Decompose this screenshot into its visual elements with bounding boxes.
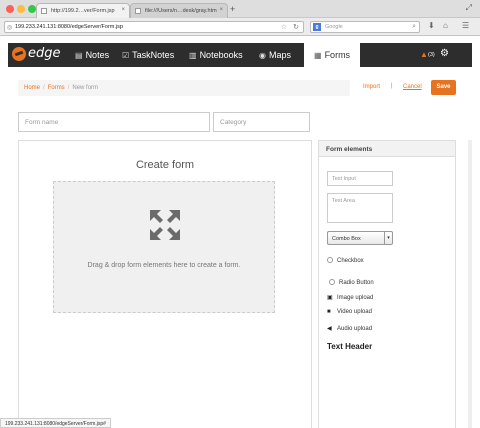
- breadcrumb-forms[interactable]: Forms: [48, 85, 65, 91]
- page-scrollbar[interactable]: [468, 140, 472, 428]
- nav-item-label: Maps: [268, 50, 291, 60]
- combo-box-label: Combo Box: [332, 236, 361, 242]
- maximize-window-button[interactable]: [28, 5, 36, 13]
- google-icon: g: [313, 23, 321, 31]
- alert-count[interactable]: (3): [428, 52, 435, 58]
- new-tab-button[interactable]: +: [230, 4, 235, 14]
- edge-logo-icon[interactable]: [12, 47, 26, 61]
- video-upload-element[interactable]: ■ Video upload: [327, 309, 372, 315]
- combo-box-element[interactable]: Combo Box ▾: [327, 231, 393, 245]
- minimize-window-button[interactable]: [17, 5, 25, 13]
- tasknotes-icon: ☑: [122, 51, 130, 60]
- download-icon[interactable]: ⬇: [428, 21, 435, 30]
- import-link[interactable]: Import: [363, 84, 380, 90]
- cancel-link[interactable]: Cancel: [403, 84, 422, 90]
- checkbox-label: Checkbox: [337, 258, 364, 264]
- radio-label: Radio Button: [339, 280, 374, 286]
- breadcrumb-separator: /: [67, 85, 70, 91]
- address-text: 199.233.241.131:8080/edgeServer/Form.jsp: [15, 24, 123, 30]
- form-name-input[interactable]: Form name: [18, 112, 210, 132]
- save-button[interactable]: Save: [431, 80, 456, 95]
- warning-icon[interactable]: ▲: [420, 50, 428, 59]
- breadcrumb-home[interactable]: Home: [24, 85, 40, 91]
- category-input[interactable]: Category: [213, 112, 310, 132]
- notes-icon: ▤: [75, 51, 83, 60]
- image-icon: ▣: [327, 295, 333, 301]
- drop-hint: Drag & drop form elements here to create…: [87, 262, 241, 269]
- form-canvas-panel: Create form Drag & drop form elements he…: [18, 140, 312, 428]
- image-upload-element[interactable]: ▣ Image upload: [327, 294, 373, 301]
- home-icon[interactable]: ⌂: [443, 21, 448, 30]
- tab-title: file:///Users/n…desk/gray.htm: [145, 8, 217, 14]
- breadcrumb: Home / Forms / New form: [18, 80, 350, 96]
- nav-item-tasknotes[interactable]: ☑ TaskNotes: [122, 50, 174, 60]
- search-icon[interactable]: ⌕: [412, 23, 416, 31]
- nav-item-notebooks[interactable]: ▥ Notebooks: [189, 50, 243, 60]
- close-tab-icon[interactable]: ×: [121, 7, 125, 13]
- video-camera-icon: ■: [327, 309, 331, 315]
- breadcrumb-current: New form: [72, 85, 99, 91]
- checkbox-element[interactable]: Checkbox: [327, 257, 364, 264]
- video-upload-label: Video upload: [337, 309, 372, 315]
- fullscreen-icon[interactable]: ⤢: [466, 3, 472, 13]
- nav-item-label: TaskNotes: [132, 50, 175, 60]
- browser-toolbar: ◎ 199.233.241.131:8080/edgeServer/Form.j…: [0, 18, 480, 36]
- form-drop-zone[interactable]: Drag & drop form elements here to create…: [53, 181, 275, 313]
- radio-button-element[interactable]: Radio Button: [329, 279, 374, 286]
- brand-name[interactable]: edge: [28, 46, 61, 61]
- tab-title: http://199.2…ver/Form.jsp: [51, 8, 115, 14]
- nav-item-forms[interactable]: ▦ Forms: [304, 43, 361, 67]
- search-placeholder: Google: [325, 24, 343, 30]
- image-upload-label: Image upload: [337, 295, 374, 301]
- audio-upload-label: Audio upload: [337, 326, 373, 332]
- text-header-element[interactable]: Text Header: [327, 342, 372, 351]
- move-arrows-icon: [150, 210, 180, 240]
- text-input-element[interactable]: Text Input: [327, 171, 393, 186]
- browser-tab-bar: http://199.2…ver/Form.jsp × file:///User…: [0, 0, 480, 18]
- status-bar-url: 199.233.241.131:8080/edgeServer/Form.jsp…: [0, 418, 111, 428]
- checkbox-icon: [327, 257, 333, 263]
- reload-icon[interactable]: ↻: [293, 23, 299, 31]
- radio-icon: [329, 279, 335, 285]
- form-elements-header: Form elements: [319, 141, 455, 157]
- gear-icon[interactable]: ⚙: [440, 48, 449, 59]
- canvas-title: Create form: [135, 159, 195, 171]
- menu-icon[interactable]: ☰: [462, 21, 469, 30]
- forms-icon: ▦: [314, 51, 322, 60]
- nav-item-label: Forms: [324, 50, 351, 60]
- browser-tab[interactable]: file:///Users/n…desk/gray.htm ×: [130, 3, 228, 18]
- text-area-element[interactable]: Text Area: [327, 193, 393, 223]
- notebooks-icon: ▥: [189, 51, 197, 60]
- browser-search-field[interactable]: g Google ⌕: [310, 21, 420, 33]
- action-separator: |: [391, 83, 393, 89]
- page-favicon-icon: [135, 8, 141, 14]
- nav-item-label: Notebooks: [199, 50, 243, 60]
- chevron-down-icon: ▾: [384, 231, 392, 245]
- nav-item-notes[interactable]: ▤ Notes: [75, 50, 109, 60]
- nav-item-maps[interactable]: ◉ Maps: [259, 50, 291, 60]
- address-bar[interactable]: ◎ 199.233.241.131:8080/edgeServer/Form.j…: [4, 21, 304, 33]
- audio-upload-element[interactable]: ◀ Audio upload: [327, 325, 372, 332]
- app-navbar: edge ▤ Notes ☑ TaskNotes ▥ Notebooks ◉ Maps …: [8, 43, 472, 67]
- page-favicon-icon: [41, 8, 47, 14]
- globe-icon: ◉: [259, 51, 266, 60]
- close-tab-icon[interactable]: ×: [219, 7, 223, 13]
- form-elements-panel: Form elements Text Input Text Area Combo…: [318, 140, 456, 428]
- browser-tab-active[interactable]: http://199.2…ver/Form.jsp ×: [36, 3, 130, 18]
- nav-item-label: Notes: [85, 50, 110, 60]
- breadcrumb-separator: /: [43, 85, 45, 91]
- bookmark-star-icon[interactable]: ☆: [281, 23, 287, 31]
- site-info-icon[interactable]: ◎: [7, 24, 12, 31]
- close-window-button[interactable]: [6, 5, 14, 13]
- speaker-icon: ◀: [327, 326, 332, 332]
